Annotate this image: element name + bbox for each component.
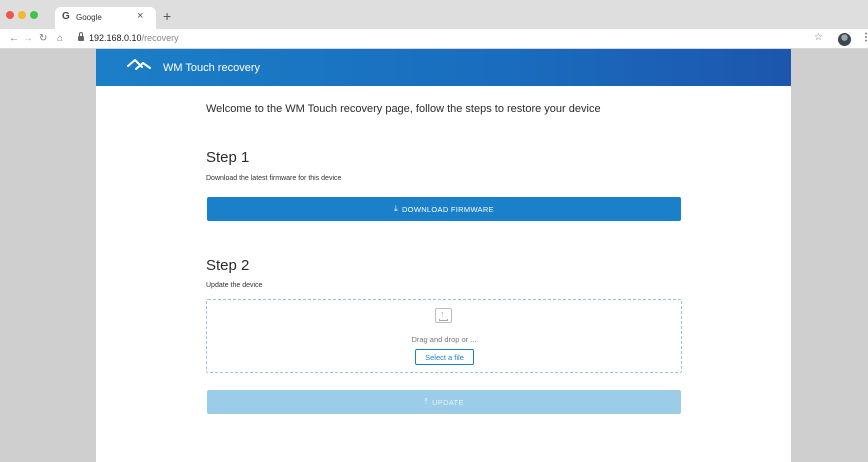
tab-close-icon[interactable]: × <box>137 10 143 22</box>
app-title: WM Touch recovery <box>163 62 260 74</box>
new-tab-button[interactable]: + <box>163 8 171 24</box>
profile-avatar[interactable] <box>838 33 851 46</box>
upload-arrow-icon: ⤒ <box>424 397 429 406</box>
step2-title: Step 2 <box>206 257 250 274</box>
welcome-heading: Welcome to the WM Touch recovery page, f… <box>206 103 601 115</box>
app-header: WM Touch recovery <box>96 49 791 86</box>
step1-description: Download the latest firmware for this de… <box>206 175 342 182</box>
browser-menu-icon[interactable]: ⋮ <box>861 32 868 43</box>
update-button[interactable]: ⤒ UPDATE <box>207 390 681 414</box>
wm-logo-icon <box>127 59 151 70</box>
tab-title: Google <box>76 13 102 22</box>
file-dropzone[interactable]: ↑ Drag and drop or ... Select a file <box>206 299 682 373</box>
select-file-button[interactable]: Select a file <box>415 349 474 365</box>
step1-title: Step 1 <box>206 149 250 166</box>
google-favicon-icon: G <box>62 11 70 22</box>
maximize-window-button[interactable] <box>30 11 38 19</box>
forward-arrow-icon[interactable]: → <box>23 33 33 44</box>
download-icon: ⤓ <box>394 204 398 213</box>
download-firmware-label: DOWNLOAD FIRMWARE <box>401 204 494 214</box>
update-label: UPDATE <box>432 397 464 407</box>
url-host: 192.168.0.10 <box>89 33 142 43</box>
drag-drop-text: Drag and drop or ... <box>411 335 477 344</box>
lock-icon[interactable] <box>78 32 84 42</box>
upload-icon: ↑ <box>435 308 452 323</box>
download-firmware-button[interactable]: ⤓ DOWNLOAD FIRMWARE <box>207 197 681 221</box>
back-arrow-icon[interactable]: ← <box>9 33 19 44</box>
browser-tab[interactable]: G Google × <box>55 7 156 29</box>
browser-tab-bar: G Google × + <box>0 0 868 29</box>
url-path: /recovery <box>141 33 179 43</box>
recovery-page: WM Touch recovery Welcome to the WM Touc… <box>96 49 791 462</box>
close-window-button[interactable] <box>6 11 14 19</box>
home-icon[interactable]: ⌂ <box>57 33 63 44</box>
bookmark-star-icon[interactable]: ☆ <box>814 32 823 43</box>
minimize-window-button[interactable] <box>18 11 26 19</box>
reload-icon[interactable]: ↻ <box>39 33 47 44</box>
address-bar: ← → ↻ ⌂ 192.168.0.10/recovery ☆ ⋮ <box>0 29 868 49</box>
step2-description: Update the device <box>206 282 263 289</box>
url-field[interactable]: 192.168.0.10/recovery <box>89 33 179 43</box>
